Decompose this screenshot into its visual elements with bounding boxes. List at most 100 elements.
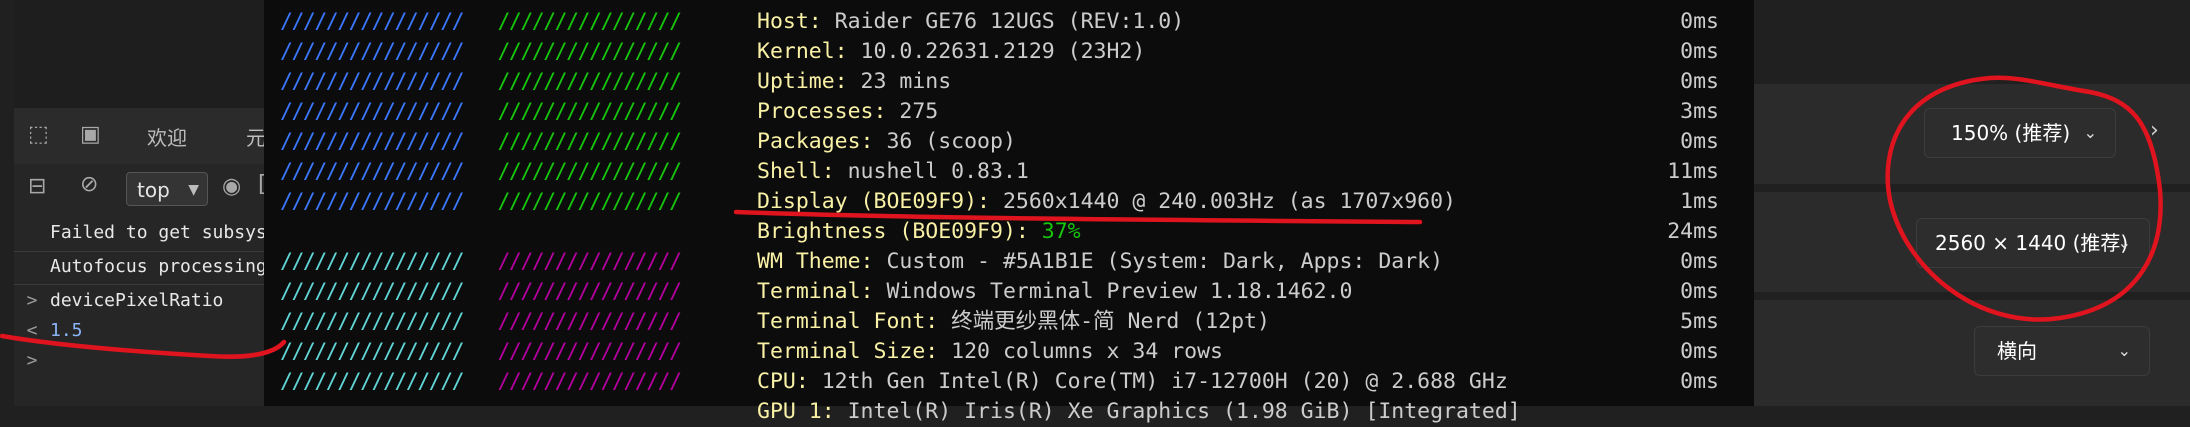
sysinfo-line: Shell: nushell 0.83.1: [757, 157, 1029, 187]
device-toolbar-icon[interactable]: ▣: [80, 122, 101, 147]
sidebar-toggle-icon[interactable]: ⊟: [28, 174, 46, 199]
console-output: Failed to get subsys Autofocus processin…: [14, 214, 271, 406]
sysinfo-key: Terminal:: [757, 279, 874, 304]
sysinfo-line: Brightness (BOE09F9): 37%: [757, 217, 1081, 247]
ascii-logo-row: //////////////// ////////////////: [280, 337, 682, 367]
timing-value: 1ms: [1680, 189, 1719, 214]
sysinfo-line: Terminal Font: 终端更纱黑体-简 Nerd (12pt): [757, 307, 1270, 337]
sysinfo-value: 275: [886, 99, 939, 124]
ascii-logo-row: //////////////// ////////////////: [280, 37, 682, 67]
terminal-window: //////////////// //////////////// Host: R…: [264, 0, 1754, 424]
sysinfo-line: Display (BOE09F9): 2560x1440 @ 240.003Hz…: [757, 187, 1456, 217]
logo-right-segment: ////////////////: [463, 129, 682, 154]
chevron-down-icon: ⌄: [2117, 341, 2131, 360]
ascii-logo-row: //////////////// ////////////////: [280, 247, 682, 277]
clear-console-icon[interactable]: ⊘: [80, 172, 98, 197]
sysinfo-value: 36 (scoop): [873, 129, 1016, 154]
sysinfo-line: Packages: 36 (scoop): [757, 127, 1016, 157]
sysinfo-line: Uptime: 23 mins: [757, 67, 951, 97]
sysinfo-value: Intel(R) Iris(R) Xe Graphics (1.98 GiB) …: [834, 399, 1521, 424]
ascii-logo-row: //////////////// ////////////////: [280, 97, 682, 127]
devtools-panel: ⬚ ▣ 欢迎 元 ⊟ ⊘ top ▼ ◉ [ Failed to get sub…: [14, 0, 271, 406]
sysinfo-value: 120 columns x 34 rows: [938, 339, 1223, 364]
timing-value: 0ms: [1680, 339, 1719, 364]
sysinfo-line: WM Theme: Custom - #5A1B1E (System: Dark…: [757, 247, 1443, 277]
logo-right-segment: ////////////////: [463, 159, 682, 184]
sysinfo-value: nushell 0.83.1: [834, 159, 1029, 184]
logo-left-segment: ////////////////: [280, 99, 465, 124]
logo-left-segment: ////////////////: [280, 39, 465, 64]
chevron-down-icon: ⌄: [2117, 233, 2131, 252]
sysinfo-line: CPU: 12th Gen Intel(R) Core(TM) i7-12700…: [757, 367, 1508, 397]
sysinfo-line: Kernel: 10.0.22631.2129 (23H2): [757, 37, 1145, 67]
sysinfo-key: GPU 1:: [757, 399, 835, 424]
console-prompt[interactable]: >: [14, 346, 271, 376]
scale-dropdown[interactable]: 150% (推荐) ⌄: [1924, 108, 2116, 158]
ascii-logo-row: //////////////// ////////////////: [280, 277, 682, 307]
scale-dropdown-value: 150% (推荐): [1951, 121, 2071, 145]
sysinfo-key: Display (BOE09F9):: [757, 189, 990, 214]
tab-elements[interactable]: 元: [246, 122, 266, 151]
tab-welcome[interactable]: 欢迎: [147, 122, 187, 151]
sysinfo-line: Terminal: Windows Terminal Preview 1.18.…: [757, 277, 1352, 307]
sysinfo-value: 2560x1440 @ 240.003Hz (as 1707x960): [990, 189, 1456, 214]
logo-left-segment: ////////////////: [280, 249, 465, 274]
console-input-text: devicePixelRatio: [50, 290, 224, 311]
logo-right-segment: ////////////////: [463, 279, 682, 304]
logo-left-segment: ////////////////: [280, 9, 465, 34]
sysinfo-key: Uptime:: [757, 69, 848, 94]
logo-left-segment: ////////////////: [280, 309, 465, 334]
console-input-line[interactable]: > devicePixelRatio: [14, 286, 271, 316]
logo-right-segment: ////////////////: [463, 249, 682, 274]
eye-icon[interactable]: ◉: [222, 174, 241, 199]
orientation-dropdown-value: 横向: [1997, 339, 2037, 363]
ascii-logo-row: //////////////// ////////////////: [280, 367, 682, 397]
logo-left-segment: ////////////////: [280, 189, 465, 214]
sysinfo-key: Kernel:: [757, 39, 848, 64]
logo-left-segment: ////////////////: [280, 69, 465, 94]
timing-value: 3ms: [1680, 99, 1719, 124]
ascii-logo-row: //////////////// ////////////////: [280, 307, 682, 337]
sysinfo-value: 37%: [1028, 219, 1081, 244]
logo-right-segment: ////////////////: [463, 39, 682, 64]
sysinfo-key: Shell:: [757, 159, 835, 184]
timing-value: 0ms: [1680, 369, 1719, 394]
devtools-tabbar: ⬚ ▣ 欢迎 元: [14, 108, 271, 165]
logo-right-segment: ////////////////: [463, 69, 682, 94]
sysinfo-line: Processes: 275: [757, 97, 938, 127]
logo-right-segment: ////////////////: [463, 369, 682, 394]
resolution-dropdown[interactable]: 2560 × 1440 (推荐) ⌄: [1916, 218, 2150, 268]
orientation-dropdown[interactable]: 横向 ⌄: [1974, 326, 2150, 376]
ascii-logo-row: //////////////// ////////////////: [280, 127, 682, 157]
logo-left-segment: ////////////////: [280, 279, 465, 304]
sysinfo-line: Host: Raider GE76 12UGS (REV:1.0): [757, 7, 1184, 37]
sysinfo-key: Host:: [757, 9, 822, 34]
logo-right-segment: ////////////////: [463, 9, 682, 34]
ascii-logo-row: //////////////// ////////////////: [280, 157, 682, 187]
inspect-element-icon[interactable]: ⬚: [28, 122, 49, 147]
context-select-value: top: [137, 178, 170, 202]
console-result-value: 1.5: [50, 320, 83, 341]
sysinfo-key: Processes:: [757, 99, 887, 124]
context-select[interactable]: top ▼: [126, 172, 208, 206]
console-toolbar: ⊟ ⊘ top ▼ ◉ [: [14, 164, 271, 215]
display-settings-panel: 150% (推荐) ⌄ › 2560 × 1440 (推荐) ⌄ 横向 ⌄: [1754, 0, 2190, 406]
logo-right-segment: ////////////////: [463, 189, 682, 214]
chevron-right-icon[interactable]: ›: [2150, 118, 2159, 143]
console-result-line: <1.5: [14, 316, 271, 346]
logo-left-segment: ////////////////: [280, 129, 465, 154]
timing-value: 0ms: [1680, 69, 1719, 94]
sysinfo-value: Windows Terminal Preview 1.18.1462.0: [873, 279, 1353, 304]
sysinfo-value: 12th Gen Intel(R) Core(TM) i7-12700H (20…: [808, 369, 1508, 394]
logo-right-segment: ////////////////: [463, 309, 682, 334]
chevron-down-icon: ⌄: [2083, 123, 2097, 142]
logo-left-segment: ////////////////: [280, 159, 465, 184]
timing-value: 0ms: [1680, 39, 1719, 64]
ascii-logo-row: //////////////// ////////////////: [280, 7, 682, 37]
sysinfo-line: Terminal Size: 120 columns x 34 rows: [757, 337, 1223, 367]
timing-value: 5ms: [1680, 309, 1719, 334]
timing-value: 0ms: [1680, 9, 1719, 34]
sysinfo-value: Custom - #5A1B1E (System: Dark, Apps: Da…: [873, 249, 1444, 274]
logo-right-segment: ////////////////: [463, 99, 682, 124]
sysinfo-key: Terminal Size:: [757, 339, 939, 364]
